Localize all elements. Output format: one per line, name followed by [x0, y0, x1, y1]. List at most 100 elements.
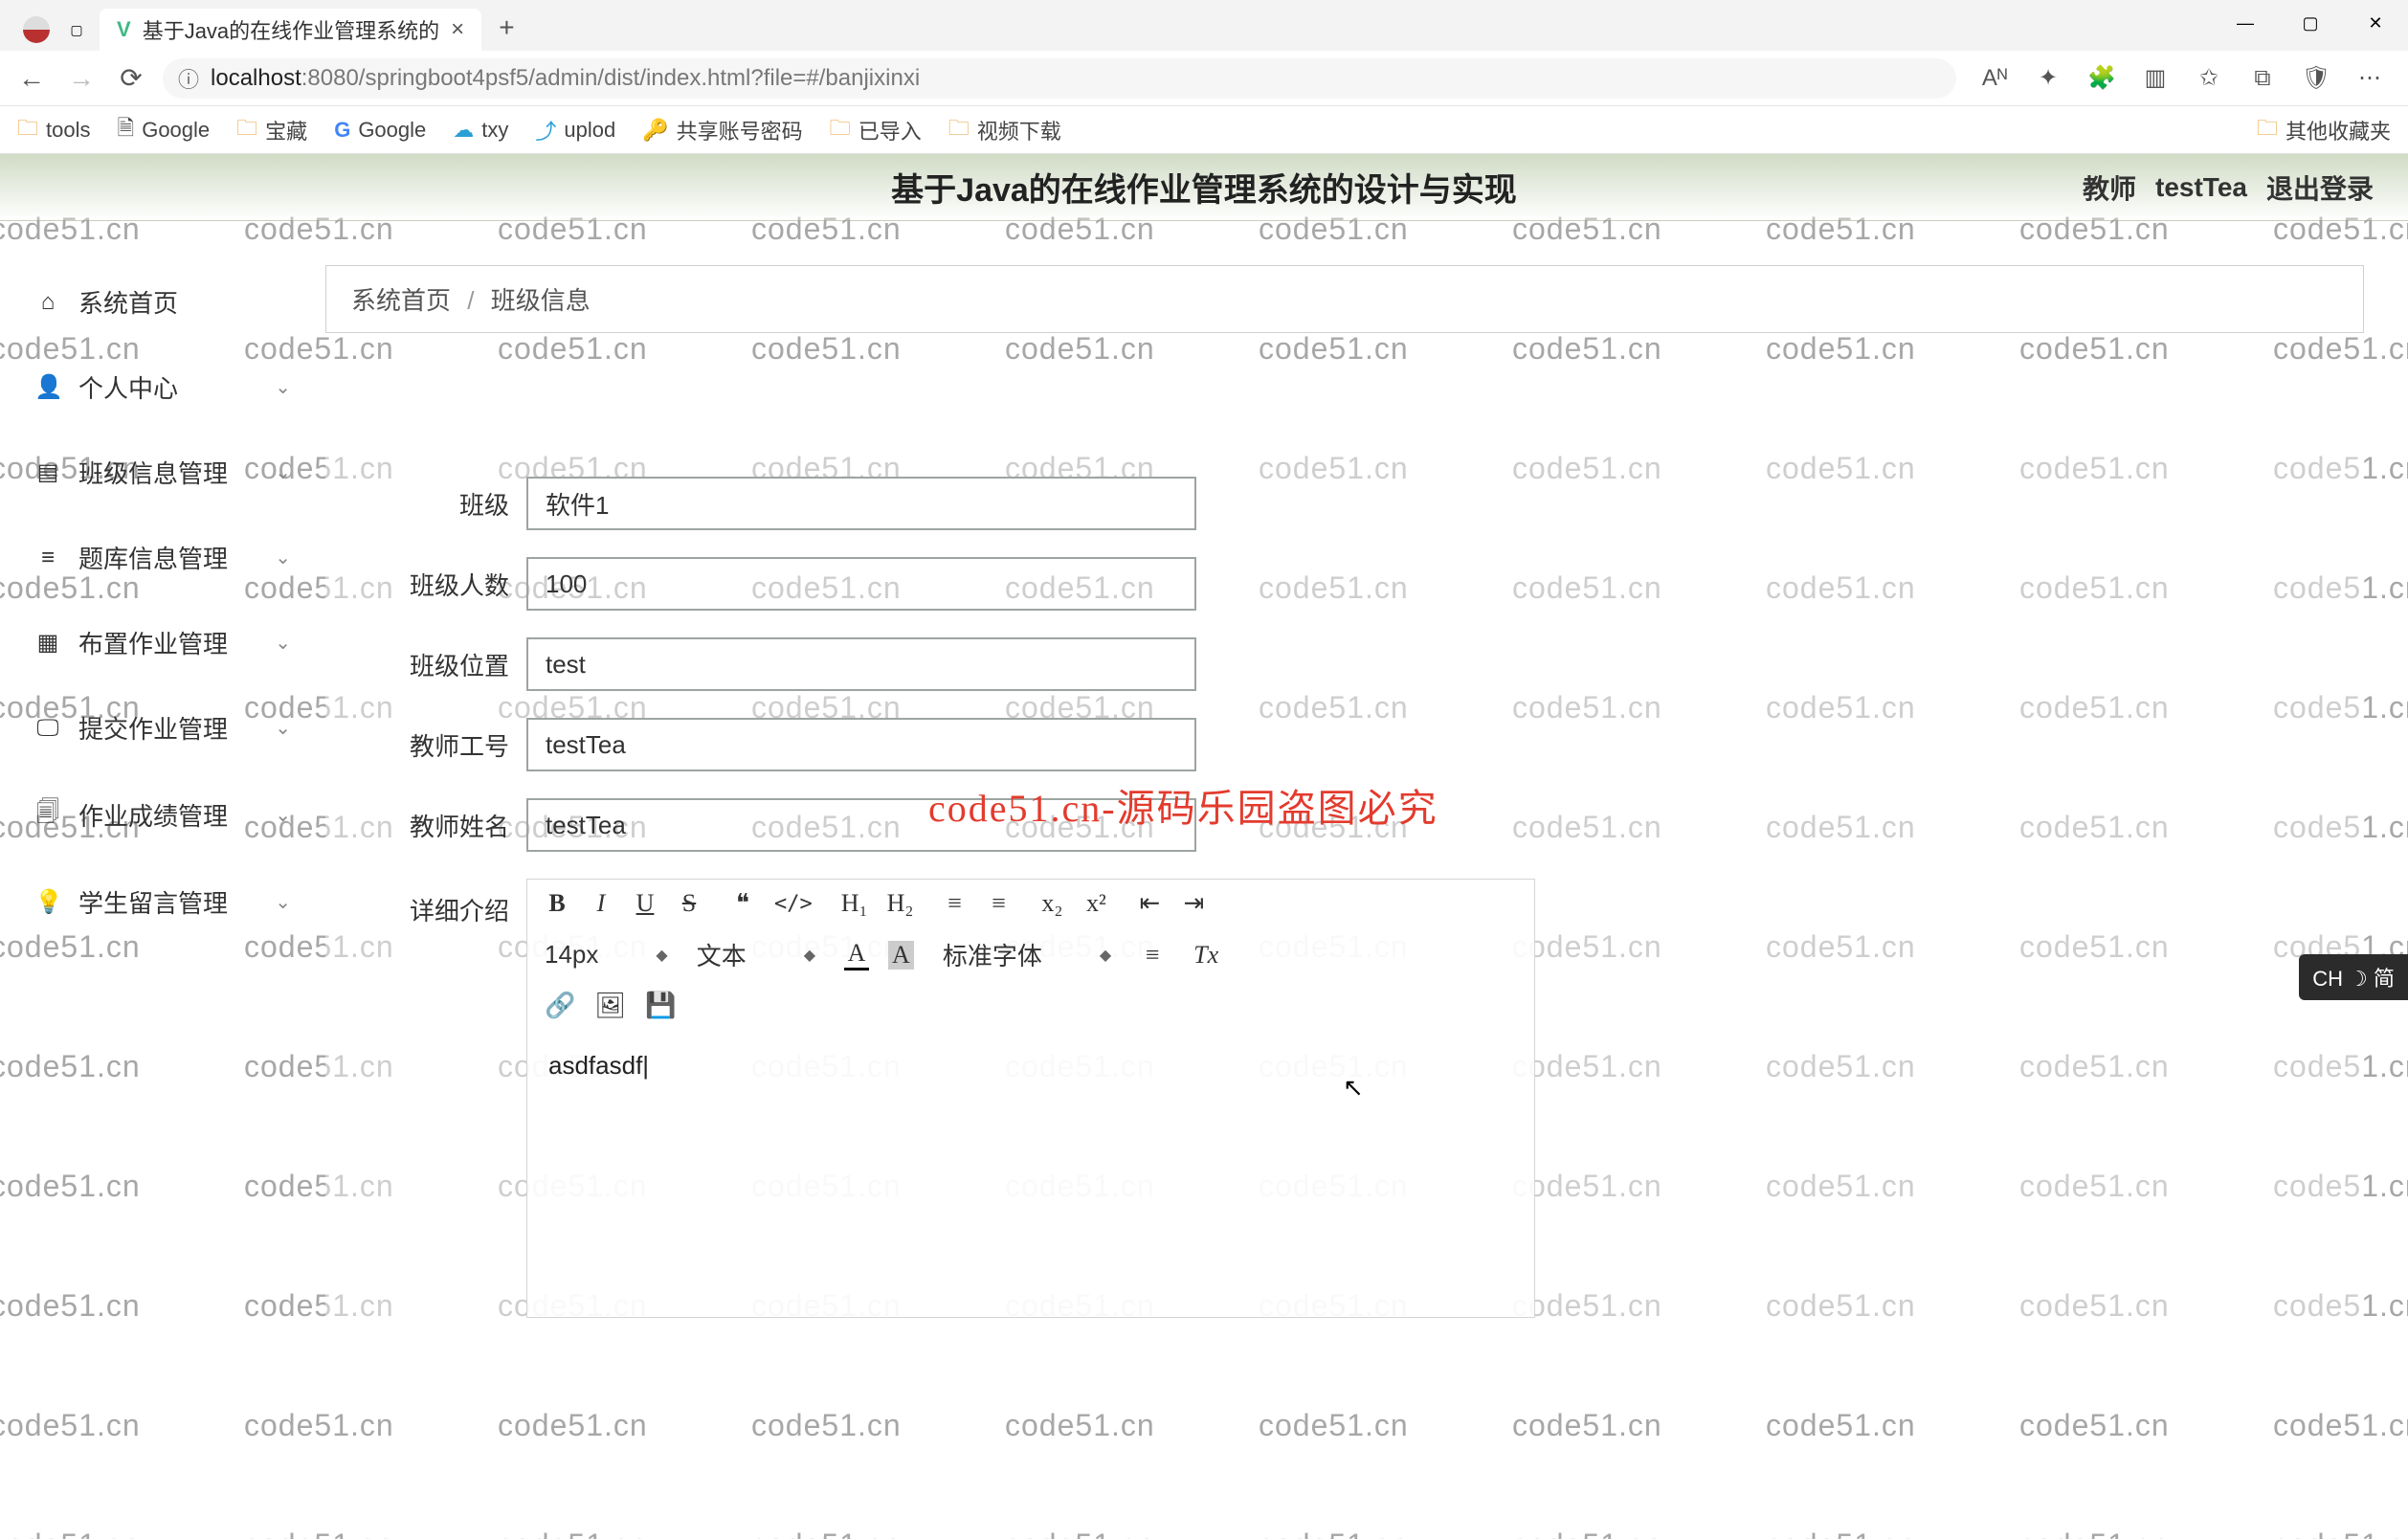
breadcrumb-current: 班级信息: [491, 286, 591, 315]
bookmark-video-dl[interactable]: 🗀视频下载: [948, 112, 1061, 148]
site-info-icon[interactable]: ⓘ: [178, 63, 199, 94]
sidebar-item-profile[interactable]: 👤 个人中心 ⌄: [0, 345, 325, 430]
sidebar-item-label: 系统首页: [78, 284, 178, 320]
close-tab-icon[interactable]: ×: [451, 16, 464, 43]
sidebar-item-home[interactable]: ⌂ 系统首页: [0, 259, 325, 345]
class-name-input[interactable]: [526, 477, 1196, 530]
link-button[interactable]: 🔗: [545, 992, 575, 1020]
page-icon: 🗎: [118, 112, 135, 148]
h2-button[interactable]: H₂: [887, 889, 914, 918]
form-row-location: 班级位置: [364, 637, 2326, 691]
bookmark-google2[interactable]: GGoogle: [334, 118, 426, 143]
logout-link[interactable]: 退出登录: [2266, 168, 2374, 207]
sidebar-item-question-mgmt[interactable]: ≡ 题库信息管理 ⌄: [0, 515, 325, 600]
header-right: 教师 testTea 退出登录: [2083, 168, 2374, 207]
font-size-select[interactable]: 14px◆: [545, 940, 668, 970]
save-button[interactable]: 💾: [645, 992, 676, 1020]
editor-content[interactable]: asdfasdf: [527, 1030, 1534, 1317]
bold-button[interactable]: B: [545, 889, 569, 918]
folder-icon: 🗀: [17, 112, 38, 148]
label-teacher-id: 教师工号: [364, 727, 526, 763]
class-count-input[interactable]: [526, 557, 1196, 611]
form-row-teacher-id: 教师工号: [364, 718, 2326, 771]
h1-button[interactable]: H₁: [841, 889, 868, 918]
vue-icon: V: [117, 17, 131, 42]
ordered-list-button[interactable]: ≡: [942, 889, 967, 918]
chevron-down-icon: ⌄: [275, 716, 291, 740]
form-row-teacher-name: 教师姓名: [364, 798, 2326, 852]
strike-button[interactable]: S: [677, 889, 702, 918]
outdent-button[interactable]: ⇤: [1137, 889, 1162, 918]
close-window-button[interactable]: ✕: [2343, 0, 2408, 46]
bookmark-baozang[interactable]: 🗀宝藏: [236, 112, 307, 148]
folder-icon: 🗀: [2257, 112, 2278, 148]
favorite-star-icon[interactable]: ✩: [2194, 63, 2224, 94]
blockquote-button[interactable]: ❝: [730, 889, 755, 918]
bookmark-uplod[interactable]: ⤴uplod: [535, 115, 615, 145]
doc-icon: 🗐: [34, 795, 61, 835]
teacher-name-input[interactable]: [526, 798, 1196, 852]
more-menu-icon[interactable]: ⋯: [2354, 63, 2385, 94]
translate-icon[interactable]: ✦: [2033, 63, 2063, 94]
upload-icon: ⤴: [535, 115, 556, 145]
editor-text: asdfasdf: [548, 1051, 649, 1080]
app-layout: ⌂ 系统首页 👤 个人中心 ⌄ ▤ 班级信息管理 ⌄ ≡ 题库信息管理 ⌄ ▦ …: [0, 221, 2408, 1539]
breadcrumb-home[interactable]: 系统首页: [351, 286, 451, 315]
label-location: 班级位置: [364, 647, 526, 682]
read-aloud-icon[interactable]: Aᴺ: [1979, 63, 2010, 94]
image-button[interactable]: 🖼: [594, 992, 626, 1020]
tab-list-button[interactable]: ▢: [63, 16, 90, 43]
folder-icon: 🗀: [830, 112, 851, 148]
class-location-input[interactable]: [526, 637, 1196, 691]
caret-icon: ◆: [656, 946, 667, 965]
shield-icon[interactable]: 🛡: [2301, 63, 2331, 94]
teacher-id-input[interactable]: [526, 718, 1196, 771]
url-input[interactable]: ⓘ localhost:8080/springboot4psf5/admin/d…: [163, 58, 1956, 99]
new-tab-button[interactable]: +: [499, 12, 514, 43]
italic-button[interactable]: I: [589, 889, 613, 918]
sidebar-item-class-mgmt[interactable]: ▤ 班级信息管理 ⌄: [0, 430, 325, 515]
chevron-down-icon: ⌄: [275, 375, 291, 399]
superscript-button[interactable]: x²: [1083, 889, 1108, 918]
profile-avatar-icon[interactable]: [23, 16, 50, 43]
unordered-list-button[interactable]: ≡: [986, 889, 1011, 918]
forward-button[interactable]: →: [63, 60, 100, 97]
bg-color-button[interactable]: A: [888, 941, 914, 970]
maximize-button[interactable]: ▢: [2278, 0, 2343, 46]
code-button[interactable]: </>: [774, 892, 813, 916]
page-title: 基于Java的在线作业管理系统的设计与实现: [891, 164, 1517, 211]
bookmark-tools[interactable]: 🗀tools: [17, 112, 91, 148]
split-screen-icon[interactable]: ▥: [2140, 63, 2171, 94]
back-button[interactable]: ←: [13, 60, 50, 97]
subscript-button[interactable]: x₂: [1039, 889, 1064, 918]
bookmark-google1[interactable]: 🗎Google: [118, 112, 211, 148]
ime-indicator[interactable]: CH ☽ 简: [2299, 954, 2408, 1000]
browser-chrome: ▢ V 基于Java的在线作业管理系统的 × + — ▢ ✕ ← → ⟳ ⓘ l…: [0, 0, 2408, 154]
text-type-select[interactable]: 文本◆: [697, 937, 815, 972]
tab-bar: ▢ V 基于Java的在线作业管理系统的 × + — ▢ ✕: [0, 0, 2408, 51]
browser-tab[interactable]: V 基于Java的在线作业管理系统的 ×: [100, 9, 481, 51]
sidebar-item-message-mgmt[interactable]: 💡 学生留言管理 ⌄: [0, 859, 325, 945]
clear-format-button[interactable]: Tx: [1193, 941, 1218, 970]
bookmark-txy[interactable]: ☁txy: [453, 118, 508, 143]
sidebar-item-assign-mgmt[interactable]: ▦ 布置作业管理 ⌄: [0, 600, 325, 685]
font-family-select[interactable]: 标准字体◆: [943, 937, 1111, 972]
bookmark-shared-pw[interactable]: 🔑共享账号密码: [642, 115, 802, 145]
minimize-button[interactable]: —: [2213, 0, 2278, 46]
sidebar-item-grade-mgmt[interactable]: 🗐 作业成绩管理 ⌄: [0, 770, 325, 859]
indent-button[interactable]: ⇥: [1181, 889, 1206, 918]
underline-button[interactable]: U: [633, 889, 658, 918]
other-bookmarks[interactable]: 🗀其他收藏夹: [2257, 112, 2391, 148]
text-color-button[interactable]: A: [844, 939, 869, 970]
refresh-button[interactable]: ⟳: [113, 60, 149, 97]
sidebar-item-label: 学生留言管理: [78, 884, 228, 920]
sidebar: ⌂ 系统首页 👤 个人中心 ⌄ ▤ 班级信息管理 ⌄ ≡ 题库信息管理 ⌄ ▦ …: [0, 221, 325, 1539]
align-button[interactable]: ≡: [1140, 941, 1165, 970]
extension-puzzle-icon[interactable]: 🧩: [2086, 63, 2117, 94]
collections-icon[interactable]: ⧉: [2247, 63, 2278, 94]
bookmark-imported[interactable]: 🗀已导入: [830, 112, 922, 148]
folder-icon: 🗀: [236, 112, 257, 148]
label-count: 班级人数: [364, 567, 526, 602]
sidebar-item-submit-mgmt[interactable]: 🖵 提交作业管理 ⌄: [0, 685, 325, 770]
chevron-down-icon: ⌄: [275, 460, 291, 484]
